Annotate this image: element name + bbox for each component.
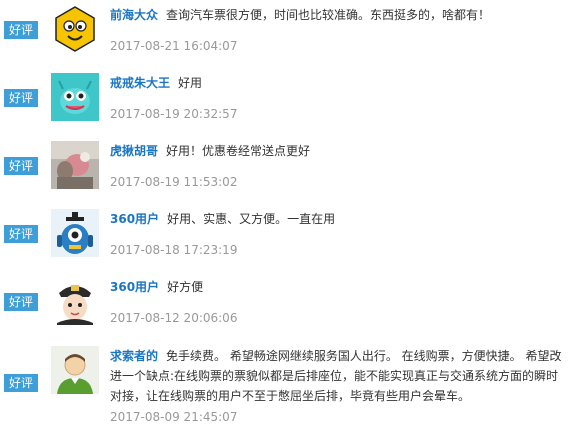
reviewer-name-link[interactable]: 前海大众	[110, 8, 158, 22]
photo-avatar-icon[interactable]	[51, 141, 99, 189]
review-text: 戒戒朱大王 好用	[110, 73, 568, 93]
police-cartoon-avatar-icon[interactable]	[51, 277, 99, 325]
default-user-avatar-icon[interactable]	[51, 346, 99, 394]
review-content: 前海大众 查询汽车票很方便，时间也比较准确。东西挺多的，啥都有！ 2017-08-…	[110, 5, 568, 55]
rating-badge: 好评	[4, 157, 38, 175]
review-text: 360用户 好方便	[110, 277, 568, 297]
reviewer-name-link[interactable]: 360用户	[110, 212, 159, 226]
reviews-page: { "reviews": [ { "badge": "好评", "avatar_…	[0, 0, 573, 434]
rating-badge: 好评	[4, 21, 38, 39]
rating-badge: 好评	[4, 89, 38, 107]
review-comment: 好用、实惠、又方便。一直在用	[167, 212, 336, 226]
review-date: 2017-08-18 17:23:19	[110, 243, 238, 257]
review-content: 360用户 好方便 2017-08-12 20:06:06	[110, 277, 568, 327]
review-text: 虎揪胡哥 好用！优惠卷经常送点更好	[110, 141, 568, 161]
reviewer-name-link[interactable]: 虎揪胡哥	[110, 144, 158, 158]
review-date: 2017-08-21 16:04:07	[110, 39, 238, 53]
review-comment: 好用！优惠卷经常送点更好	[166, 144, 311, 158]
smiley-hexagon-avatar-icon[interactable]	[51, 5, 99, 53]
rating-badge: 好评	[4, 374, 38, 392]
review-comment: 免手续费。 希望畅途网继续服务国人出行。 在线购票，方便快捷。 希望改进一个缺点…	[110, 349, 562, 403]
review-comment: 好方便	[167, 280, 204, 294]
teal-monster-avatar-icon[interactable]	[51, 73, 99, 121]
review-comment: 好用	[178, 76, 203, 90]
blue-robot-avatar-icon[interactable]	[51, 209, 99, 257]
review-date: 2017-08-19 20:32:57	[110, 107, 238, 121]
review-content: 戒戒朱大王 好用 2017-08-19 20:32:57	[110, 73, 568, 123]
rating-badge: 好评	[4, 225, 38, 243]
review-comment: 查询汽车票很方便，时间也比较准确。东西挺多的，啥都有！	[166, 8, 491, 22]
reviewer-name-link[interactable]: 戒戒朱大王	[110, 76, 170, 90]
rating-badge: 好评	[4, 293, 38, 311]
review-text: 前海大众 查询汽车票很方便，时间也比较准确。东西挺多的，啥都有！	[110, 5, 568, 25]
review-content: 360用户 好用、实惠、又方便。一直在用 2017-08-18 17:23:19	[110, 209, 568, 259]
review-content: 虎揪胡哥 好用！优惠卷经常送点更好 2017-08-19 11:53:02	[110, 141, 568, 191]
reviewer-name-link[interactable]: 求索者的	[110, 349, 158, 363]
review-date: 2017-08-09 21:45:07	[110, 410, 238, 424]
review-text: 360用户 好用、实惠、又方便。一直在用	[110, 209, 568, 229]
review-content: 求索者的 免手续费。 希望畅途网继续服务国人出行。 在线购票，方便快捷。 希望改进…	[110, 346, 568, 426]
review-date: 2017-08-19 11:53:02	[110, 175, 238, 189]
reviewer-name-link[interactable]: 360用户	[110, 280, 159, 294]
review-text: 求索者的 免手续费。 希望畅途网继续服务国人出行。 在线购票，方便快捷。 希望改进…	[110, 346, 568, 406]
review-date: 2017-08-12 20:06:06	[110, 311, 238, 325]
